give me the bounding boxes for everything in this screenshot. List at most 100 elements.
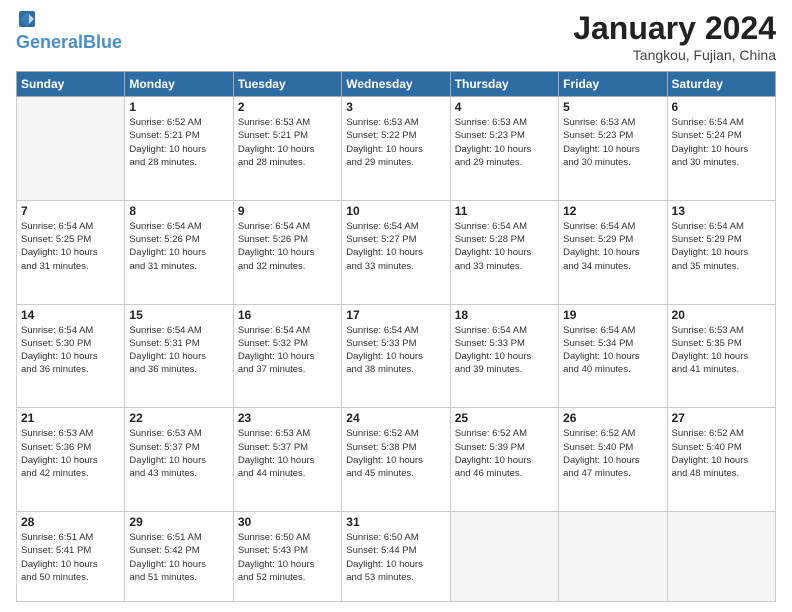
calendar-cell: 15 Sunrise: 6:54 AMSunset: 5:31 PMDayligh… [125, 304, 233, 408]
day-number: 14 [21, 308, 120, 322]
day-number: 13 [672, 204, 771, 218]
col-header-tuesday: Tuesday [233, 72, 341, 97]
day-info: Sunrise: 6:54 AMSunset: 5:29 PMDaylight:… [672, 220, 771, 273]
week-row-3: 14 Sunrise: 6:54 AMSunset: 5:30 PMDayligh… [17, 304, 776, 408]
calendar-cell: 2Sunrise: 6:53 AMSunset: 5:21 PMDaylight… [233, 97, 341, 201]
day-number: 5 [563, 100, 662, 114]
calendar-cell: 23 Sunrise: 6:53 AMSunset: 5:37 PMDayligh… [233, 408, 341, 512]
calendar-cell [559, 512, 667, 602]
day-info: Sunrise: 6:54 AMSunset: 5:34 PMDaylight:… [563, 324, 662, 377]
day-info: Sunrise: 6:54 AMSunset: 5:33 PMDaylight:… [346, 324, 445, 377]
day-number: 21 [21, 411, 120, 425]
col-header-wednesday: Wednesday [342, 72, 450, 97]
calendar-cell: 5Sunrise: 6:53 AMSunset: 5:23 PMDaylight… [559, 97, 667, 201]
day-number: 16 [238, 308, 337, 322]
calendar-cell: 7 Sunrise: 6:54 AMSunset: 5:25 PMDaylight… [17, 200, 125, 304]
day-info: Sunrise: 6:53 AMSunset: 5:21 PMDaylight:… [238, 116, 337, 169]
day-number: 31 [346, 515, 445, 529]
calendar-cell: 14 Sunrise: 6:54 AMSunset: 5:30 PMDayligh… [17, 304, 125, 408]
day-number: 26 [563, 411, 662, 425]
logo: GeneralBlue [16, 10, 122, 53]
calendar-cell: 4Sunrise: 6:53 AMSunset: 5:23 PMDaylight… [450, 97, 558, 201]
col-header-friday: Friday [559, 72, 667, 97]
week-row-1: 1 Sunrise: 6:52 AMSunset: 5:21 PMDaylight… [17, 97, 776, 201]
day-info: Sunrise: 6:54 AMSunset: 5:26 PMDaylight:… [129, 220, 228, 273]
day-info: Sunrise: 6:53 AMSunset: 5:22 PMDaylight:… [346, 116, 445, 169]
day-info: Sunrise: 6:54 AMSunset: 5:24 PMDaylight:… [672, 116, 771, 169]
day-number: 15 [129, 308, 228, 322]
day-number: 20 [672, 308, 771, 322]
calendar-cell [450, 512, 558, 602]
calendar-cell: 25Sunrise: 6:52 AMSunset: 5:39 PMDayligh… [450, 408, 558, 512]
calendar-cell: 17 Sunrise: 6:54 AMSunset: 5:33 PMDayligh… [342, 304, 450, 408]
calendar-cell: 21 Sunrise: 6:53 AMSunset: 5:36 PMDayligh… [17, 408, 125, 512]
day-number: 10 [346, 204, 445, 218]
calendar-cell: 16 Sunrise: 6:54 AMSunset: 5:32 PMDayligh… [233, 304, 341, 408]
day-info: Sunrise: 6:54 AMSunset: 5:32 PMDaylight:… [238, 324, 337, 377]
day-number: 3 [346, 100, 445, 114]
logo-text: GeneralBlue [16, 33, 122, 53]
day-info: Sunrise: 6:53 AMSunset: 5:35 PMDaylight:… [672, 324, 771, 377]
day-info: Sunrise: 6:53 AMSunset: 5:37 PMDaylight:… [129, 427, 228, 480]
calendar-cell: 24 Sunrise: 6:52 AMSunset: 5:38 PMDayligh… [342, 408, 450, 512]
calendar-cell: 27 Sunrise: 6:52 AMSunset: 5:40 PMDayligh… [667, 408, 775, 512]
day-info: Sunrise: 6:54 AMSunset: 5:25 PMDaylight:… [21, 220, 120, 273]
calendar-cell: 28Sunrise: 6:51 AMSunset: 5:41 PMDayligh… [17, 512, 125, 602]
day-info: Sunrise: 6:53 AMSunset: 5:36 PMDaylight:… [21, 427, 120, 480]
day-info: Sunrise: 6:52 AMSunset: 5:21 PMDaylight:… [129, 116, 228, 169]
day-info: Sunrise: 6:54 AMSunset: 5:27 PMDaylight:… [346, 220, 445, 273]
day-number: 24 [346, 411, 445, 425]
day-number: 7 [21, 204, 120, 218]
day-number: 12 [563, 204, 662, 218]
day-number: 6 [672, 100, 771, 114]
calendar-cell [667, 512, 775, 602]
day-number: 8 [129, 204, 228, 218]
day-number: 22 [129, 411, 228, 425]
day-number: 27 [672, 411, 771, 425]
week-row-4: 21 Sunrise: 6:53 AMSunset: 5:36 PMDayligh… [17, 408, 776, 512]
day-number: 17 [346, 308, 445, 322]
week-row-2: 7 Sunrise: 6:54 AMSunset: 5:25 PMDaylight… [17, 200, 776, 304]
calendar-cell: 19 Sunrise: 6:54 AMSunset: 5:34 PMDayligh… [559, 304, 667, 408]
page: GeneralBlue January 2024 Tangkou, Fujian… [0, 0, 792, 612]
calendar-cell: 29 Sunrise: 6:51 AMSunset: 5:42 PMDayligh… [125, 512, 233, 602]
col-header-sunday: Sunday [17, 72, 125, 97]
logo-icon [18, 10, 36, 28]
day-info: Sunrise: 6:52 AMSunset: 5:40 PMDaylight:… [563, 427, 662, 480]
day-number: 1 [129, 100, 228, 114]
day-info: Sunrise: 6:51 AMSunset: 5:41 PMDaylight:… [21, 531, 120, 584]
day-info: Sunrise: 6:54 AMSunset: 5:31 PMDaylight:… [129, 324, 228, 377]
day-number: 23 [238, 411, 337, 425]
day-info: Sunrise: 6:54 AMSunset: 5:29 PMDaylight:… [563, 220, 662, 273]
week-row-5: 28Sunrise: 6:51 AMSunset: 5:41 PMDayligh… [17, 512, 776, 602]
day-number: 29 [129, 515, 228, 529]
calendar-cell: 20 Sunrise: 6:53 AMSunset: 5:35 PMDayligh… [667, 304, 775, 408]
day-number: 19 [563, 308, 662, 322]
day-number: 9 [238, 204, 337, 218]
calendar-cell: 22 Sunrise: 6:53 AMSunset: 5:37 PMDayligh… [125, 408, 233, 512]
calendar-cell: 13 Sunrise: 6:54 AMSunset: 5:29 PMDayligh… [667, 200, 775, 304]
day-info: Sunrise: 6:53 AMSunset: 5:23 PMDaylight:… [455, 116, 554, 169]
day-info: Sunrise: 6:52 AMSunset: 5:40 PMDaylight:… [672, 427, 771, 480]
col-header-saturday: Saturday [667, 72, 775, 97]
calendar-cell: 9Sunrise: 6:54 AMSunset: 5:26 PMDaylight… [233, 200, 341, 304]
day-number: 18 [455, 308, 554, 322]
calendar-cell: 3 Sunrise: 6:53 AMSunset: 5:22 PMDaylight… [342, 97, 450, 201]
day-number: 25 [455, 411, 554, 425]
col-header-thursday: Thursday [450, 72, 558, 97]
day-info: Sunrise: 6:54 AMSunset: 5:30 PMDaylight:… [21, 324, 120, 377]
calendar-cell: 8 Sunrise: 6:54 AMSunset: 5:26 PMDaylight… [125, 200, 233, 304]
day-info: Sunrise: 6:51 AMSunset: 5:42 PMDaylight:… [129, 531, 228, 584]
calendar-cell: 11Sunrise: 6:54 AMSunset: 5:28 PMDayligh… [450, 200, 558, 304]
calendar-cell: 18Sunrise: 6:54 AMSunset: 5:33 PMDayligh… [450, 304, 558, 408]
title-block: January 2024 Tangkou, Fujian, China [573, 10, 776, 63]
calendar-cell: 12 Sunrise: 6:54 AMSunset: 5:29 PMDayligh… [559, 200, 667, 304]
month-title: January 2024 [573, 10, 776, 47]
day-info: Sunrise: 6:53 AMSunset: 5:37 PMDaylight:… [238, 427, 337, 480]
col-header-monday: Monday [125, 72, 233, 97]
day-info: Sunrise: 6:52 AMSunset: 5:38 PMDaylight:… [346, 427, 445, 480]
logo-line1: General [16, 32, 83, 52]
calendar-cell: 30Sunrise: 6:50 AMSunset: 5:43 PMDayligh… [233, 512, 341, 602]
calendar-table: SundayMondayTuesdayWednesdayThursdayFrid… [16, 71, 776, 602]
calendar-cell: 10 Sunrise: 6:54 AMSunset: 5:27 PMDayligh… [342, 200, 450, 304]
